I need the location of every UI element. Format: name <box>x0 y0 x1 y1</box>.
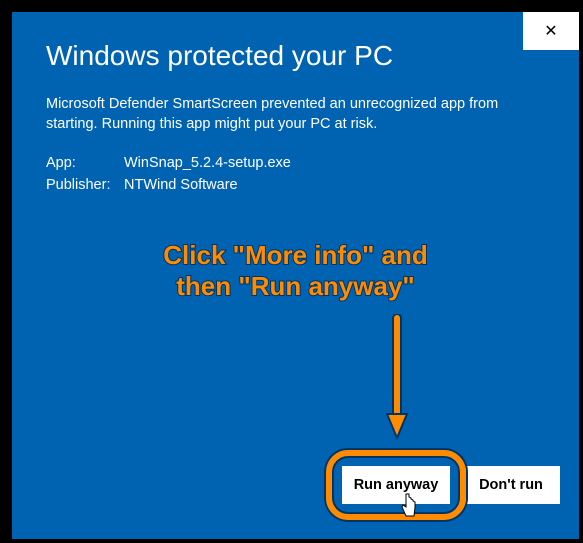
app-row: App: WinSnap_5.2.4-setup.exe <box>46 152 291 174</box>
smartscreen-dialog: ✕ Windows protected your PC Microsoft De… <box>12 12 579 539</box>
app-details: App: WinSnap_5.2.4-setup.exe Publisher: … <box>46 152 291 197</box>
dialog-frame: ✕ Windows protected your PC Microsoft De… <box>4 4 579 539</box>
annotation-text: Click "More info" and then "Run anyway" <box>12 240 579 302</box>
app-value: WinSnap_5.2.4-setup.exe <box>124 152 291 174</box>
close-icon: ✕ <box>544 21 557 41</box>
run-anyway-button[interactable]: Run anyway <box>342 466 450 504</box>
app-label: App: <box>46 152 124 174</box>
arrow-icon <box>385 314 409 442</box>
publisher-label: Publisher: <box>46 174 124 196</box>
publisher-row: Publisher: NTWind Software <box>46 174 291 196</box>
publisher-value: NTWind Software <box>124 174 238 196</box>
dialog-description: Microsoft Defender SmartScreen prevented… <box>46 94 545 134</box>
dialog-title: Windows protected your PC <box>46 40 393 72</box>
annotation-line2: then "Run anyway" <box>12 271 579 302</box>
annotation-line1: Click "More info" and <box>12 240 579 271</box>
dont-run-button[interactable]: Don't run <box>462 466 560 504</box>
close-button[interactable]: ✕ <box>523 12 579 50</box>
